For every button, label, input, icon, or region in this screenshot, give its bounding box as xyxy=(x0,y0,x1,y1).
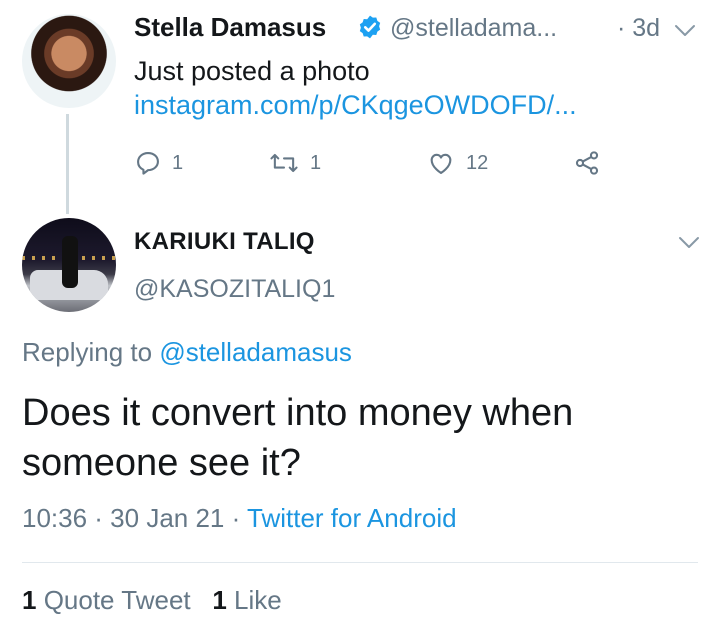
like-icon xyxy=(430,153,452,174)
reply-meta: 10:36 · 30 Jan 21 · Twitter for Android xyxy=(22,503,457,534)
share-button[interactable] xyxy=(572,148,602,178)
reply-author-handle[interactable]: @KASOZITALIQ1 xyxy=(134,275,335,304)
like-label: Like xyxy=(226,585,282,615)
like-button[interactable]: 12 xyxy=(426,148,488,178)
quote-tweet-stat[interactable]: 1 Quote Tweet xyxy=(22,585,191,615)
reply-author-name[interactable]: KARIUKI TALIQ xyxy=(134,228,315,256)
author-name[interactable]: Stella Damasus xyxy=(134,12,326,43)
share-icon xyxy=(575,151,599,175)
avatar-stella-damasus[interactable] xyxy=(22,14,116,108)
retweet-count: 1 xyxy=(310,151,322,174)
tweet-timestamp[interactable]: · 3d xyxy=(617,14,660,43)
like-stat[interactable]: 1 Like xyxy=(212,585,281,615)
reply-timestamp: 10:36 · 30 Jan 21 · xyxy=(22,503,248,533)
tweet-text-content: Just posted a photo xyxy=(134,56,370,86)
chevron-down-icon[interactable] xyxy=(674,24,696,38)
tweet-link[interactable]: instagram.com/p/CKqgeOWDOFD/... xyxy=(134,90,577,120)
reply-button[interactable]: 1 xyxy=(134,148,183,178)
reply-text: Does it convert into money when someone … xyxy=(22,392,574,484)
reply-count: 1 xyxy=(172,151,184,174)
reply-icon xyxy=(137,152,159,175)
quote-count: 1 xyxy=(22,585,37,615)
avatar-person-shape xyxy=(62,236,78,288)
thread-connector-line xyxy=(66,114,69,214)
replying-to-label: Replying to xyxy=(22,337,160,367)
chevron-down-icon[interactable] xyxy=(678,236,700,250)
avatar-kariuki-taliq[interactable] xyxy=(22,218,116,312)
divider xyxy=(22,562,698,563)
reply-like-count: 1 xyxy=(212,585,227,615)
retweet-button[interactable]: 1 xyxy=(268,148,321,178)
author-handle[interactable]: @stelladama... xyxy=(390,14,557,43)
tweet-text: Just posted a photo instagram.com/p/CKqg… xyxy=(134,54,694,122)
retweet-icon xyxy=(270,153,298,173)
reply-source-link[interactable]: Twitter for Android xyxy=(247,503,457,533)
like-count: 12 xyxy=(466,151,489,174)
engagement-stats: 1 Quote Tweet 1 Like xyxy=(22,585,282,616)
quote-label: Quote Tweet xyxy=(36,585,191,615)
replying-to: Replying to @stelladamasus xyxy=(22,337,352,368)
verified-badge-icon xyxy=(359,15,381,39)
replying-to-handle[interactable]: @stelladamasus xyxy=(159,337,352,367)
